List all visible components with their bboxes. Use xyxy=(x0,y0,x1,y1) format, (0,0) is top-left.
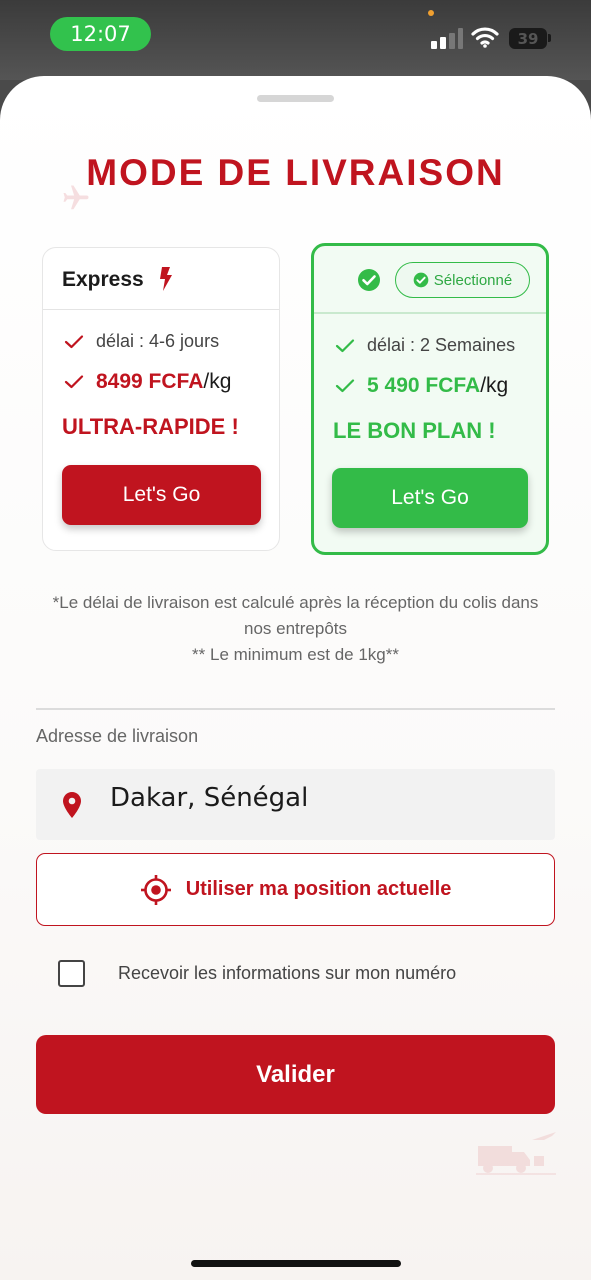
locate-button-label: Utiliser ma position actuelle xyxy=(185,878,452,900)
check-icon xyxy=(64,375,84,389)
check-icon xyxy=(64,334,84,348)
privacy-indicator-dot xyxy=(428,10,434,16)
battery-tip xyxy=(548,34,551,42)
address-label: Adresse de livraison xyxy=(36,726,199,746)
page-title: MODE DE LIVRAISON xyxy=(86,152,505,193)
delay-text: délai : 2 Semaines xyxy=(367,335,516,355)
phone-consent-label[interactable]: Recevoir les informations sur mon numéro xyxy=(118,963,456,984)
price-value: 5 490 FCFA xyxy=(367,374,481,397)
divider xyxy=(36,708,555,710)
bolt-icon xyxy=(160,267,172,291)
delivery-option-standard[interactable]: Sélectionné délai : 2 Semaines 5 490 FCF… xyxy=(311,243,549,555)
delivery-truck-icon xyxy=(476,1132,556,1175)
delivery-note: *Le délai de livraison est calculé après… xyxy=(40,590,551,668)
battery-icon: 39 xyxy=(509,28,547,49)
validate-button[interactable]: Valider xyxy=(36,1035,555,1114)
price-unit: /kg xyxy=(203,370,232,393)
phone-consent-row[interactable]: Recevoir les informations sur mon numéro xyxy=(58,960,456,987)
option-slogan: LE BON PLAN ! xyxy=(333,418,496,443)
home-indicator[interactable] xyxy=(191,1260,401,1267)
check-icon xyxy=(335,379,355,393)
check-circle-icon xyxy=(358,269,380,291)
feature-price: 5 490 FCFA/kg xyxy=(335,374,508,398)
selected-badge-label: Sélectionné xyxy=(433,271,513,289)
feature-delay: délai : 4-6 jours xyxy=(64,331,219,352)
card-header: Express xyxy=(43,248,279,310)
note-line-2: ** Le minimum est de 1kg** xyxy=(192,645,399,664)
phone-consent-checkbox[interactable] xyxy=(58,960,85,987)
check-icon xyxy=(335,338,355,352)
map-pin-icon xyxy=(63,792,81,818)
feature-delay: délai : 2 Semaines xyxy=(335,335,515,356)
status-bar: 12:07 39 xyxy=(0,0,591,80)
cellular-signal-icon xyxy=(431,27,463,49)
price-value: 8499 FCFA xyxy=(96,370,204,393)
wifi-icon xyxy=(471,27,499,48)
address-value[interactable]: Dakar, Sénégal xyxy=(110,783,308,813)
check-circle-icon xyxy=(413,272,429,288)
standard-lets-go-button[interactable]: Let's Go xyxy=(332,468,528,528)
card-header: Sélectionné xyxy=(314,246,546,314)
address-field[interactable]: Dakar, Sénégal xyxy=(36,769,555,840)
selected-badge: Sélectionné xyxy=(395,262,530,298)
sheet-grabber[interactable] xyxy=(257,95,334,102)
crosshair-icon xyxy=(140,874,171,905)
option-name: Express xyxy=(62,268,144,291)
delivery-option-express[interactable]: Express délai : 4-6 jours 8499 FCFA/kg U… xyxy=(42,247,280,551)
express-lets-go-button[interactable]: Let's Go xyxy=(62,465,261,525)
use-current-location-button[interactable]: Utiliser ma position actuelle xyxy=(36,853,555,926)
price-unit: /kg xyxy=(480,374,509,397)
note-line-1: *Le délai de livraison est calculé après… xyxy=(52,593,539,638)
status-time: 12:07 xyxy=(50,17,151,51)
feature-price: 8499 FCFA/kg xyxy=(64,370,231,394)
delay-text: délai : 4-6 jours xyxy=(96,331,220,351)
option-slogan: ULTRA-RAPIDE ! xyxy=(62,414,239,439)
